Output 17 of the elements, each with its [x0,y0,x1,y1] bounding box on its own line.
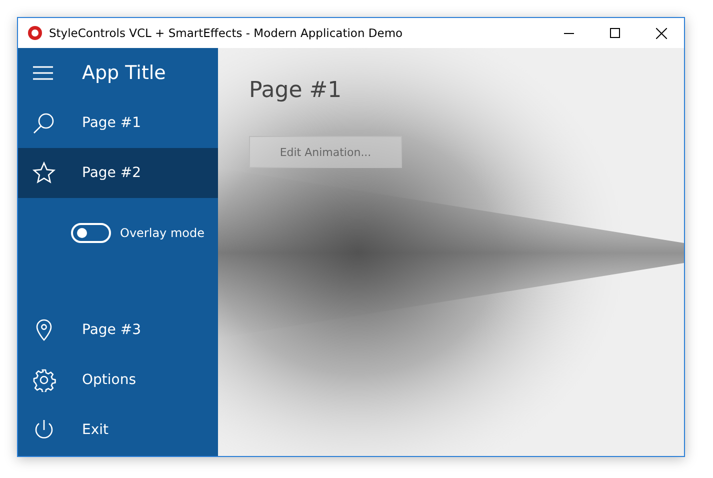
sidebar-item[interactable]: Page #2 [18,148,218,198]
sidebar-item[interactable]: Page #1 [18,98,218,148]
toggle-label: Overlay mode [120,225,204,242]
search-icon [32,111,56,135]
app-logo-icon [27,25,43,41]
overlay-toggle[interactable] [71,223,111,243]
sidebar-item[interactable]: Options [18,355,218,405]
page-heading: Page #1 [249,78,343,103]
star-icon [32,161,56,185]
close-icon [656,28,666,38]
maximize-icon [610,28,620,38]
sidebar-item[interactable]: Page #3 [18,305,218,355]
sidebar-item[interactable]: Exit [18,405,218,455]
window-title: StyleControls VCL + SmartEffects - Modern Application Demo [49,26,403,40]
menu-icon[interactable] [32,65,54,81]
app-title: App Title [82,62,166,84]
settings-icon [32,368,56,392]
